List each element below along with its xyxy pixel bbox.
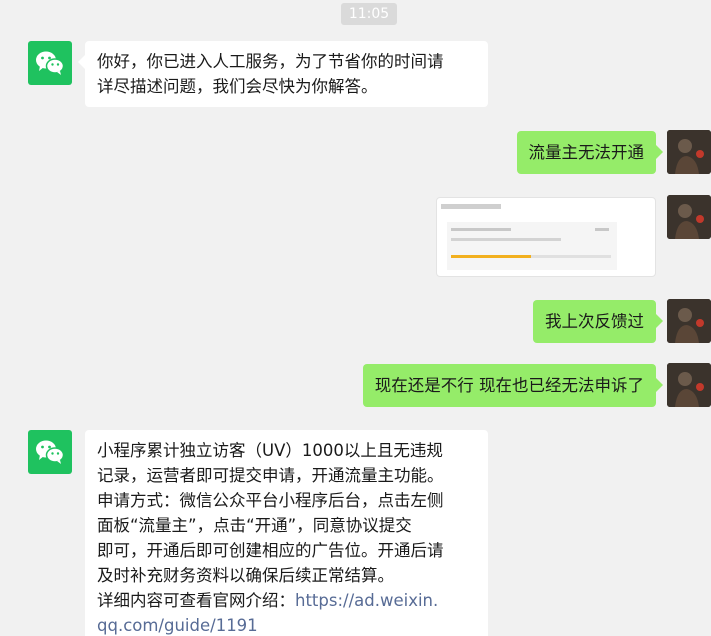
user-photo-avatar bbox=[667, 195, 711, 239]
bot-answer-bubble[interactable]: 小程序累计独立访客（UV）1000以上且无违规 记录，运营者即可提交申请，开通流… bbox=[85, 430, 488, 636]
user-message-bubble[interactable]: 我上次反馈过 bbox=[533, 300, 663, 343]
user-photo-avatar bbox=[667, 363, 711, 407]
progress-track bbox=[451, 255, 611, 258]
bot-answer-text: 小程序累计独立访客（UV）1000以上且无违规 记录，运营者即可提交申请，开通流… bbox=[97, 441, 444, 610]
user-avatar[interactable] bbox=[667, 195, 711, 239]
user-avatar[interactable] bbox=[667, 363, 711, 407]
wechat-avatar[interactable] bbox=[28, 430, 72, 474]
screenshot-title-line bbox=[441, 204, 501, 209]
bot-greeting-bubble[interactable]: 你好，你已进入人工服务，为了节省你的时间请 详尽描述问题，我们会尽快为你解答。 bbox=[78, 41, 488, 107]
progress-fill bbox=[451, 255, 531, 258]
user-message-bubble[interactable]: 现在还是不行 现在也已经无法申诉了 bbox=[362, 364, 664, 407]
user-avatar[interactable] bbox=[667, 299, 711, 343]
user-photo-avatar bbox=[667, 130, 711, 174]
wechat-logo-icon bbox=[36, 440, 65, 464]
screenshot-image-message[interactable] bbox=[436, 197, 656, 277]
user-message-bubble[interactable]: 流量主无法开通 bbox=[516, 131, 663, 174]
wechat-logo-icon bbox=[36, 51, 65, 75]
wechat-avatar[interactable] bbox=[28, 41, 72, 85]
user-photo-avatar bbox=[667, 299, 711, 343]
user-avatar[interactable] bbox=[667, 130, 711, 174]
screenshot-panel bbox=[447, 222, 617, 270]
message-timestamp: 11:05 bbox=[341, 3, 397, 25]
